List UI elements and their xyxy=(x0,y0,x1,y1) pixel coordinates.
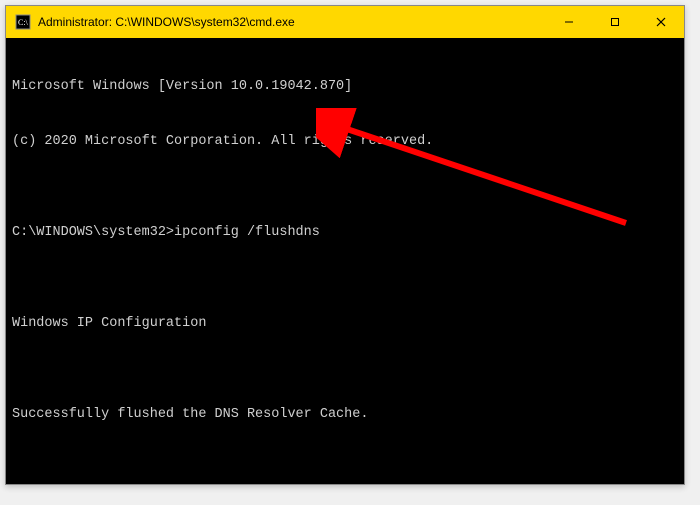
output-success: Successfully flushed the DNS Resolver Ca… xyxy=(12,406,678,424)
svg-text:C:\: C:\ xyxy=(18,18,29,27)
minimize-button[interactable] xyxy=(546,6,592,38)
window-title: Administrator: C:\WINDOWS\system32\cmd.e… xyxy=(38,15,295,29)
output-header: Windows IP Configuration xyxy=(12,315,678,333)
cmd-icon: C:\ xyxy=(14,13,32,31)
typed-command: ipconfig /flushdns xyxy=(174,225,320,240)
version-line: Microsoft Windows [Version 10.0.19042.87… xyxy=(12,78,678,96)
copyright-line: (c) 2020 Microsoft Corporation. All righ… xyxy=(12,133,678,151)
maximize-button[interactable] xyxy=(592,6,638,38)
prompt-path: C:\WINDOWS\system32> xyxy=(12,225,174,240)
titlebar[interactable]: C:\ Administrator: C:\WINDOWS\system32\c… xyxy=(6,6,684,38)
close-button[interactable] xyxy=(638,6,684,38)
cmd-window: C:\ Administrator: C:\WINDOWS\system32\c… xyxy=(5,5,685,485)
window-controls xyxy=(546,6,684,38)
annotation-arrow-icon xyxy=(316,108,646,238)
prompt-line-1: C:\WINDOWS\system32>ipconfig /flushdns xyxy=(12,224,678,242)
console-area[interactable]: Microsoft Windows [Version 10.0.19042.87… xyxy=(6,38,684,484)
